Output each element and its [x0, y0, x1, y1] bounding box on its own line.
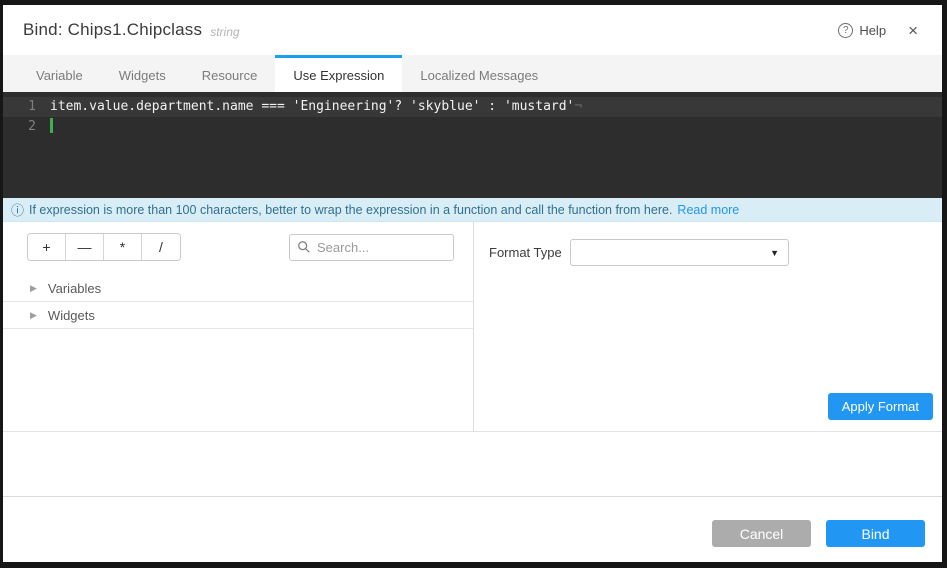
expression-builder-panel: + — * / ▶ Variables: [3, 222, 474, 431]
bind-button[interactable]: Bind: [826, 520, 925, 547]
info-message: If expression is more than 100 character…: [29, 203, 672, 217]
line-number: 2: [3, 117, 36, 137]
bind-dialog: Bind: Chips1.Chipclass string ? Help × V…: [3, 5, 942, 562]
divide-operator-button[interactable]: /: [142, 234, 180, 260]
multiply-operator-button[interactable]: *: [104, 234, 142, 260]
apply-format-button[interactable]: Apply Format: [828, 393, 933, 420]
empty-code-line: [36, 117, 53, 137]
dropdown-arrow-icon: ▼: [770, 248, 779, 258]
code-line: 1 item.value.department.name === 'Engine…: [3, 97, 942, 117]
tree-item-label: Variables: [48, 281, 101, 296]
format-type-label: Format Type: [489, 245, 570, 260]
read-more-link[interactable]: Read more: [677, 203, 739, 217]
help-question-icon: ?: [838, 23, 853, 38]
caret-right-icon[interactable]: ▶: [30, 283, 37, 294]
caret-right-icon[interactable]: ▶: [30, 310, 37, 321]
header-actions: ? Help ×: [838, 20, 922, 41]
tab-widgets[interactable]: Widgets: [101, 55, 184, 92]
expression-code-editor[interactable]: 1 item.value.department.name === 'Engine…: [3, 92, 942, 198]
operator-button-group: + — * /: [27, 233, 181, 261]
format-panel: Format Type ▼ Apply Format: [474, 222, 942, 431]
expression-info-bar: ⓘ If expression is more than 100 charact…: [3, 198, 942, 222]
tab-bar: Variable Widgets Resource Use Expression…: [3, 55, 942, 92]
search-box: [289, 234, 454, 261]
search-input[interactable]: [289, 234, 454, 261]
help-button[interactable]: ? Help: [838, 23, 886, 38]
bind-type-label: string: [210, 21, 239, 39]
dialog-footer: Cancel Bind: [3, 497, 942, 562]
format-type-select[interactable]: ▼: [570, 239, 789, 266]
tab-resource[interactable]: Resource: [184, 55, 276, 92]
empty-section: [3, 432, 942, 497]
tab-localized-messages[interactable]: Localized Messages: [402, 55, 556, 92]
operator-toolbar: + — * /: [3, 233, 473, 261]
expression-code: item.value.department.name === 'Engineer…: [36, 97, 582, 117]
text-cursor: [50, 118, 53, 133]
cancel-button[interactable]: Cancel: [712, 520, 811, 547]
code-line: 2: [3, 117, 942, 137]
format-type-row: Format Type ▼: [489, 239, 927, 266]
trailing-newline-mark: ¬: [574, 99, 582, 114]
dialog-header: Bind: Chips1.Chipclass string ? Help ×: [3, 5, 942, 55]
tab-use-expression[interactable]: Use Expression: [275, 55, 402, 92]
minus-operator-button[interactable]: —: [66, 234, 104, 260]
main-area: + — * / ▶ Variables: [3, 222, 942, 432]
line-number: 1: [3, 97, 36, 117]
tree-item-widgets[interactable]: ▶ Widgets: [3, 302, 473, 329]
tab-variable[interactable]: Variable: [18, 55, 101, 92]
tree-item-label: Widgets: [48, 308, 95, 323]
dialog-title: Bind: Chips1.Chipclass: [23, 20, 202, 40]
info-icon: ⓘ: [11, 200, 24, 219]
tree-item-variables[interactable]: ▶ Variables: [3, 275, 473, 302]
plus-operator-button[interactable]: +: [28, 234, 66, 260]
close-icon[interactable]: ×: [904, 20, 922, 41]
binding-source-tree: ▶ Variables ▶ Widgets: [3, 275, 473, 329]
help-label: Help: [859, 23, 886, 38]
